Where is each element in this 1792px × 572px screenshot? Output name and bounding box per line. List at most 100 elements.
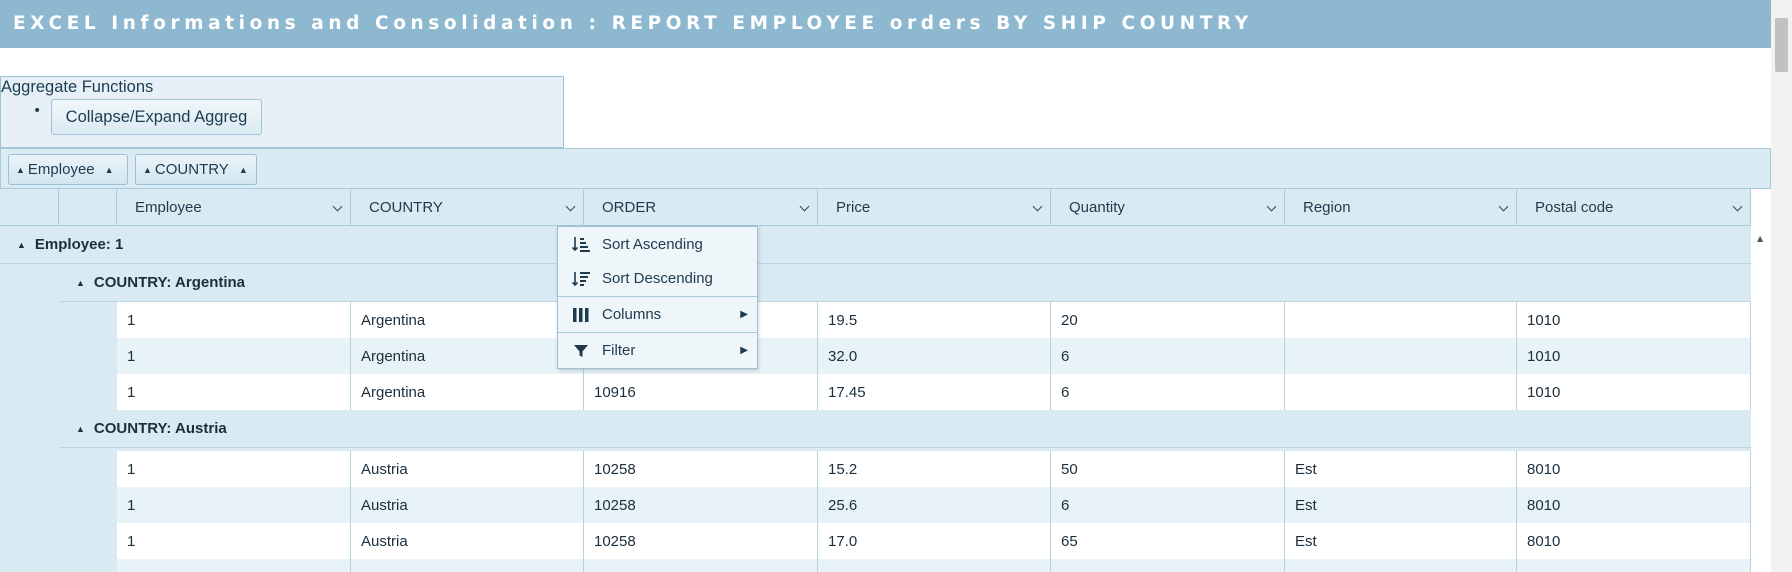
cell-order[interactable]: 10258	[584, 451, 818, 487]
column-header-row: Employee COUNTRY ORDER Price Quantity Re…	[0, 189, 1751, 226]
cell-country[interactable]: Argentina	[351, 374, 584, 410]
cell-postal-code[interactable]: 8010	[1517, 487, 1751, 523]
title-banner: EXCEL Informations and Consolidation : R…	[0, 0, 1771, 48]
chevron-down-icon[interactable]	[1032, 201, 1043, 212]
ungroup-arrow-icon[interactable]: ▲	[239, 165, 248, 175]
table-row[interactable]: 1 Austria 10258 15.2 50 Est 8010	[117, 451, 1751, 487]
chevron-down-icon[interactable]	[1266, 201, 1277, 212]
menu-item-label: Sort Descending	[602, 270, 713, 287]
cell-order[interactable]: 10258	[584, 523, 818, 559]
chevron-down-icon[interactable]	[1498, 201, 1509, 212]
column-header-region[interactable]: Region	[1285, 189, 1517, 226]
table-row[interactable]: 1 Argentina 32.0 6 1010	[117, 338, 1751, 374]
cell-quantity[interactable]: 6	[1051, 487, 1285, 523]
table-row[interactable]: 1 Austria 10258 17.0 65 Est 8010	[117, 523, 1751, 559]
cell-postal-code[interactable]: 1010	[1517, 374, 1751, 410]
cell-order[interactable]	[584, 559, 818, 572]
cell-region[interactable]	[1285, 338, 1517, 374]
cell-country[interactable]: Argentina	[351, 302, 584, 338]
menu-item-sort-descending[interactable]: Sort Descending	[558, 261, 757, 296]
sort-arrow-icon: ▲	[143, 164, 152, 175]
chevron-down-icon[interactable]	[565, 201, 576, 212]
chevron-down-icon[interactable]	[1732, 201, 1743, 212]
collapse-arrow-icon[interactable]: ▲	[76, 278, 85, 288]
collapse-arrow-icon[interactable]: ▲	[17, 240, 26, 250]
sort-arrow-icon: ▲	[16, 164, 25, 175]
cell-price[interactable]: 25.6	[818, 487, 1051, 523]
cell-employee[interactable]: 1	[117, 302, 351, 338]
menu-item-sort-ascending[interactable]: Sort Ascending	[558, 227, 757, 261]
cell-postal-code[interactable]	[1517, 559, 1751, 572]
cell-quantity[interactable]: 50	[1051, 451, 1285, 487]
cell-order[interactable]: 10258	[584, 487, 818, 523]
table-row[interactable]: 1 Austria 10258 25.6 6 Est 8010	[117, 487, 1751, 523]
grid-vertical-scrollbar[interactable]: ▲	[1751, 226, 1771, 572]
cell-employee[interactable]: 1	[117, 523, 351, 559]
menu-item-label: Sort Ascending	[602, 235, 703, 253]
column-header-employee[interactable]: Employee	[117, 189, 351, 226]
cell-postal-code[interactable]: 1010	[1517, 338, 1751, 374]
cell-region[interactable]	[1285, 302, 1517, 338]
page-vertical-scrollbar[interactable]	[1771, 0, 1792, 572]
column-header-country[interactable]: COUNTRY	[351, 189, 584, 226]
cell-price[interactable]: 17.45	[818, 374, 1051, 410]
cell-employee[interactable]: 1	[117, 374, 351, 410]
column-header-order[interactable]: ORDER	[584, 189, 818, 226]
menu-item-columns[interactable]: Columns ▶	[558, 297, 757, 332]
group-row-label: Employee: 1	[34, 236, 124, 253]
collapse-expand-aggregate-button[interactable]: Collapse/Expand Aggreg	[51, 99, 262, 135]
cell-region[interactable]: Est	[1285, 487, 1517, 523]
cell-quantity[interactable]: 6	[1051, 338, 1285, 374]
cell-country[interactable]: Austria	[351, 487, 584, 523]
scrollbar-thumb[interactable]	[1775, 18, 1788, 72]
cell-employee[interactable]: 1	[117, 487, 351, 523]
group-row-country-argentina[interactable]: ▲ COUNTRY: Argentina	[59, 264, 1751, 302]
cell-region[interactable]	[1285, 374, 1517, 410]
cell-price[interactable]: 32.0	[818, 338, 1051, 374]
cell-region[interactable]	[1285, 559, 1517, 572]
cell-order[interactable]: 10916	[584, 374, 818, 410]
menu-item-filter[interactable]: Filter ▶	[558, 333, 757, 368]
table-row[interactable]	[117, 559, 1751, 572]
group-row-employee[interactable]: ▲ Employee: 1	[0, 226, 1751, 264]
cell-postal-code[interactable]: 1010	[1517, 302, 1751, 338]
column-header-price[interactable]: Price	[818, 189, 1051, 226]
cell-quantity[interactable]: 6	[1051, 374, 1285, 410]
cell-quantity[interactable]	[1051, 559, 1285, 572]
table-row[interactable]: 1 Argentina 19.5 20 1010	[117, 302, 1751, 338]
column-header-label: ORDER	[602, 199, 657, 216]
filter-icon	[574, 344, 588, 357]
column-header-quantity[interactable]: Quantity	[1051, 189, 1285, 226]
cell-postal-code[interactable]: 8010	[1517, 523, 1751, 559]
cell-region[interactable]: Est	[1285, 523, 1517, 559]
table-row[interactable]: 1 Argentina 10916 17.45 6 1010	[117, 374, 1751, 410]
cell-price[interactable]: 17.0	[818, 523, 1051, 559]
cell-quantity[interactable]: 20	[1051, 302, 1285, 338]
submenu-arrow-icon: ▶	[740, 309, 748, 320]
cell-country[interactable]: Austria	[351, 451, 584, 487]
cell-quantity[interactable]: 65	[1051, 523, 1285, 559]
page-title: EXCEL Informations and Consolidation : R…	[13, 13, 1253, 34]
group-row-country-austria[interactable]: ▲ COUNTRY: Austria	[59, 410, 1751, 448]
chevron-down-icon[interactable]	[332, 201, 343, 212]
app-window: EXCEL Informations and Consolidation : R…	[0, 0, 1792, 572]
cell-country[interactable]: Argentina	[351, 338, 584, 374]
cell-price[interactable]	[818, 559, 1051, 572]
cell-price[interactable]: 19.5	[818, 302, 1051, 338]
cell-region[interactable]: Est	[1285, 451, 1517, 487]
cell-price[interactable]: 15.2	[818, 451, 1051, 487]
cell-employee[interactable]: 1	[117, 338, 351, 374]
cell-country[interactable]: Austria	[351, 523, 584, 559]
group-chip-employee[interactable]: ▲ Employee ▲	[8, 154, 128, 185]
cell-employee[interactable]	[117, 559, 351, 572]
column-header-postal-code[interactable]: Postal code	[1517, 189, 1751, 226]
cell-employee[interactable]: 1	[117, 451, 351, 487]
columns-icon	[573, 307, 589, 322]
ungroup-arrow-icon[interactable]: ▲	[105, 165, 114, 175]
chevron-down-icon[interactable]	[799, 201, 810, 212]
collapse-arrow-icon[interactable]: ▲	[76, 424, 85, 434]
scroll-up-arrow-icon[interactable]: ▲	[1757, 234, 1763, 243]
group-chip-country[interactable]: ▲ COUNTRY ▲	[135, 154, 257, 185]
cell-postal-code[interactable]: 8010	[1517, 451, 1751, 487]
cell-country[interactable]	[351, 559, 584, 572]
